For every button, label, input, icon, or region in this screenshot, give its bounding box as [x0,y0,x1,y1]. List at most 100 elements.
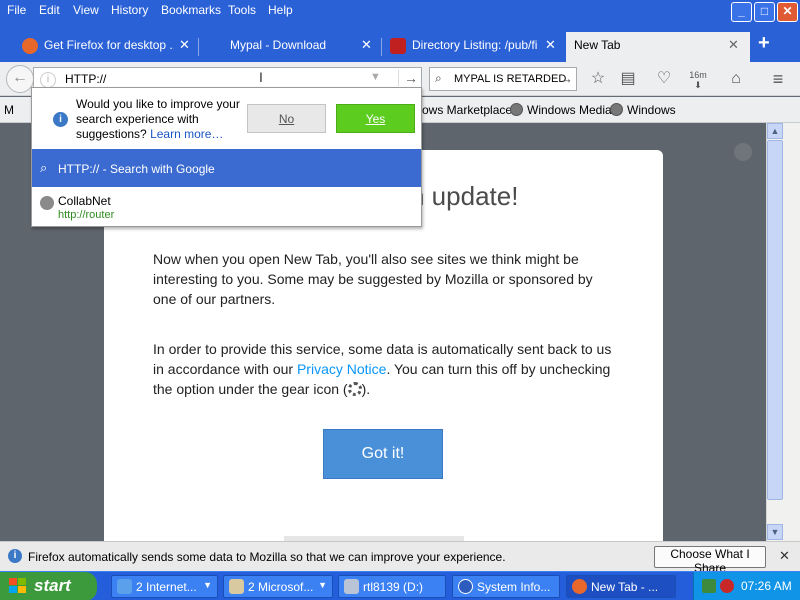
vertical-scrollbar[interactable]: ▲ ▼ [766,123,783,541]
taskbar-item[interactable]: System Info... [452,575,560,598]
search-suggestions-prompt: Would you like to improve your search ex… [76,97,240,141]
search-bar[interactable]: ⌕ MYPAL IS RETARDED → [429,67,577,91]
internet-explorer-icon [117,579,132,594]
tab-label: Get Firefox for desktop ... [44,38,174,52]
bookmark-item[interactable]: M [4,103,14,117]
menu-bookmarks[interactable]: Bookmarks [161,3,221,19]
notification-text: Firefox automatically sends some data to… [28,550,506,564]
chevron-down-icon: ▼ [318,580,327,590]
tab-label: Mypal - Download [230,38,327,52]
scroll-up-icon[interactable]: ▲ [767,123,783,139]
close-tab-icon[interactable]: ✕ [179,37,190,53]
menu-edit[interactable]: Edit [39,3,60,19]
document-icon [229,579,244,594]
close-tab-icon[interactable]: ✕ [728,37,739,53]
url-input[interactable] [65,71,365,87]
bookmark-item[interactable]: Windows [610,103,676,117]
menu-bar: File Edit View History Bookmarks Tools H… [0,0,800,22]
maximize-button[interactable]: □ [754,2,775,22]
history-suggestion-row[interactable]: CollabNet http://router [32,188,421,226]
taskbar-item[interactable]: 2 Internet... ▼ [111,575,218,598]
windows-logo-icon [9,578,27,594]
tab-mypal-download[interactable]: Mypal - Download ✕ [200,32,380,62]
search-go-icon[interactable]: → [560,71,573,86]
security-shield-icon[interactable] [720,579,734,593]
choose-what-i-share-button[interactable]: Choose What I Share [654,546,766,575]
drive-icon [344,579,359,594]
card-paragraph: In order to provide this service, some d… [153,341,612,397]
taskbar-item[interactable]: rtl8139 (D:) [338,575,446,598]
learn-more-link[interactable]: Learn more… [150,127,223,141]
back-button[interactable]: ← [6,65,34,93]
menu-tools[interactable]: Tools [228,3,256,19]
card-paragraph: Now when you open New Tab, you'll also s… [153,251,593,307]
gear-icon[interactable] [734,143,752,161]
help-icon [458,579,473,594]
info-icon[interactable]: i [40,72,56,88]
taskbar-item[interactable]: New Tab - ... [566,575,676,598]
globe-icon [40,196,54,210]
new-tab-button[interactable]: + [758,32,770,55]
close-icon[interactable]: ✕ [779,548,790,564]
gear-icon [347,382,362,396]
bookmark-item[interactable]: Windows Media [510,103,612,117]
tab-new-tab[interactable]: New Tab ✕ [566,32,750,62]
tab-get-firefox[interactable]: Get Firefox for desktop ... ✕ [14,32,196,62]
dropdown-arrow-icon[interactable]: ▼ [370,71,381,83]
home-icon[interactable]: ⌂ [726,70,746,90]
menu-history[interactable]: History [111,3,148,19]
scrollbar-thumb[interactable] [767,140,783,500]
got-it-button[interactable]: Got it! [323,429,443,479]
close-tab-icon[interactable]: ✕ [545,37,556,53]
search-icon: ⌕ [40,160,48,175]
taskbar-item[interactable]: 2 Microsof... ▼ [223,575,333,598]
taskbar: start 2 Internet... ▼ 2 Microsof... ▼ rt… [0,571,800,600]
reading-list-icon[interactable]: ▤ [618,70,638,90]
start-button[interactable]: start [0,572,97,600]
menu-help[interactable]: Help [268,3,293,19]
tab-separator [198,38,199,56]
card-headline: n update! [410,181,519,211]
tab-label: New Tab [574,38,621,52]
chevron-down-icon: ▼ [203,580,212,590]
urlbar-autocomplete-popup: i Would you like to improve your search … [31,87,422,227]
suggestion-title: CollabNet [58,194,111,208]
tab-strip: Get Firefox for desktop ... ✕ Mypal - Do… [0,22,800,62]
tab-label: Directory Listing: /pub/fi... [412,38,538,52]
close-window-button[interactable]: ✕ [777,2,798,22]
suggestion-url: http://router [58,209,115,221]
yes-button[interactable]: Yes [336,104,415,133]
network-icon[interactable] [702,579,716,593]
search-with-google-row[interactable]: ⌕ HTTP:// - Search with Google [32,149,421,187]
bookmark-star-icon[interactable]: ☆ [588,70,608,90]
privacy-notice-link[interactable]: Privacy Notice [297,361,386,377]
text-cursor-icon: I [259,69,263,85]
firefox-icon [572,579,587,594]
menu-file[interactable]: File [7,3,26,19]
bookmark-item[interactable]: ows Marketplace [422,103,512,117]
no-button[interactable]: No [247,104,326,133]
notification-bar: i Firefox automatically sends some data … [0,541,800,575]
close-tab-icon[interactable]: ✕ [361,37,372,53]
firefox-icon [22,38,38,54]
pocket-icon[interactable]: ♡ [654,70,674,90]
system-tray: 07:26 AM [693,572,800,600]
back-arrow-icon: ← [12,69,28,86]
globe-icon [510,103,523,116]
menu-hamburger-icon[interactable]: ≡ [768,70,788,90]
downloads-icon[interactable]: 16m ⬇ [688,70,708,90]
go-arrow-icon[interactable]: → [398,70,418,86]
info-icon: i [53,112,68,127]
search-input[interactable]: MYPAL IS RETARDED [454,73,566,85]
scroll-down-icon[interactable]: ▼ [767,524,783,540]
window-edge [783,123,800,541]
tab-directory-listing[interactable]: Directory Listing: /pub/fi... ✕ [382,32,564,62]
info-icon: i [8,549,22,563]
clock[interactable]: 07:26 AM [741,579,792,593]
downloads-badge: 16m [689,70,707,80]
menu-view[interactable]: View [73,3,99,19]
minimize-button[interactable]: _ [731,2,752,22]
search-icon[interactable]: ⌕ [435,71,442,86]
bug-icon [390,38,406,54]
start-label: start [34,576,71,595]
